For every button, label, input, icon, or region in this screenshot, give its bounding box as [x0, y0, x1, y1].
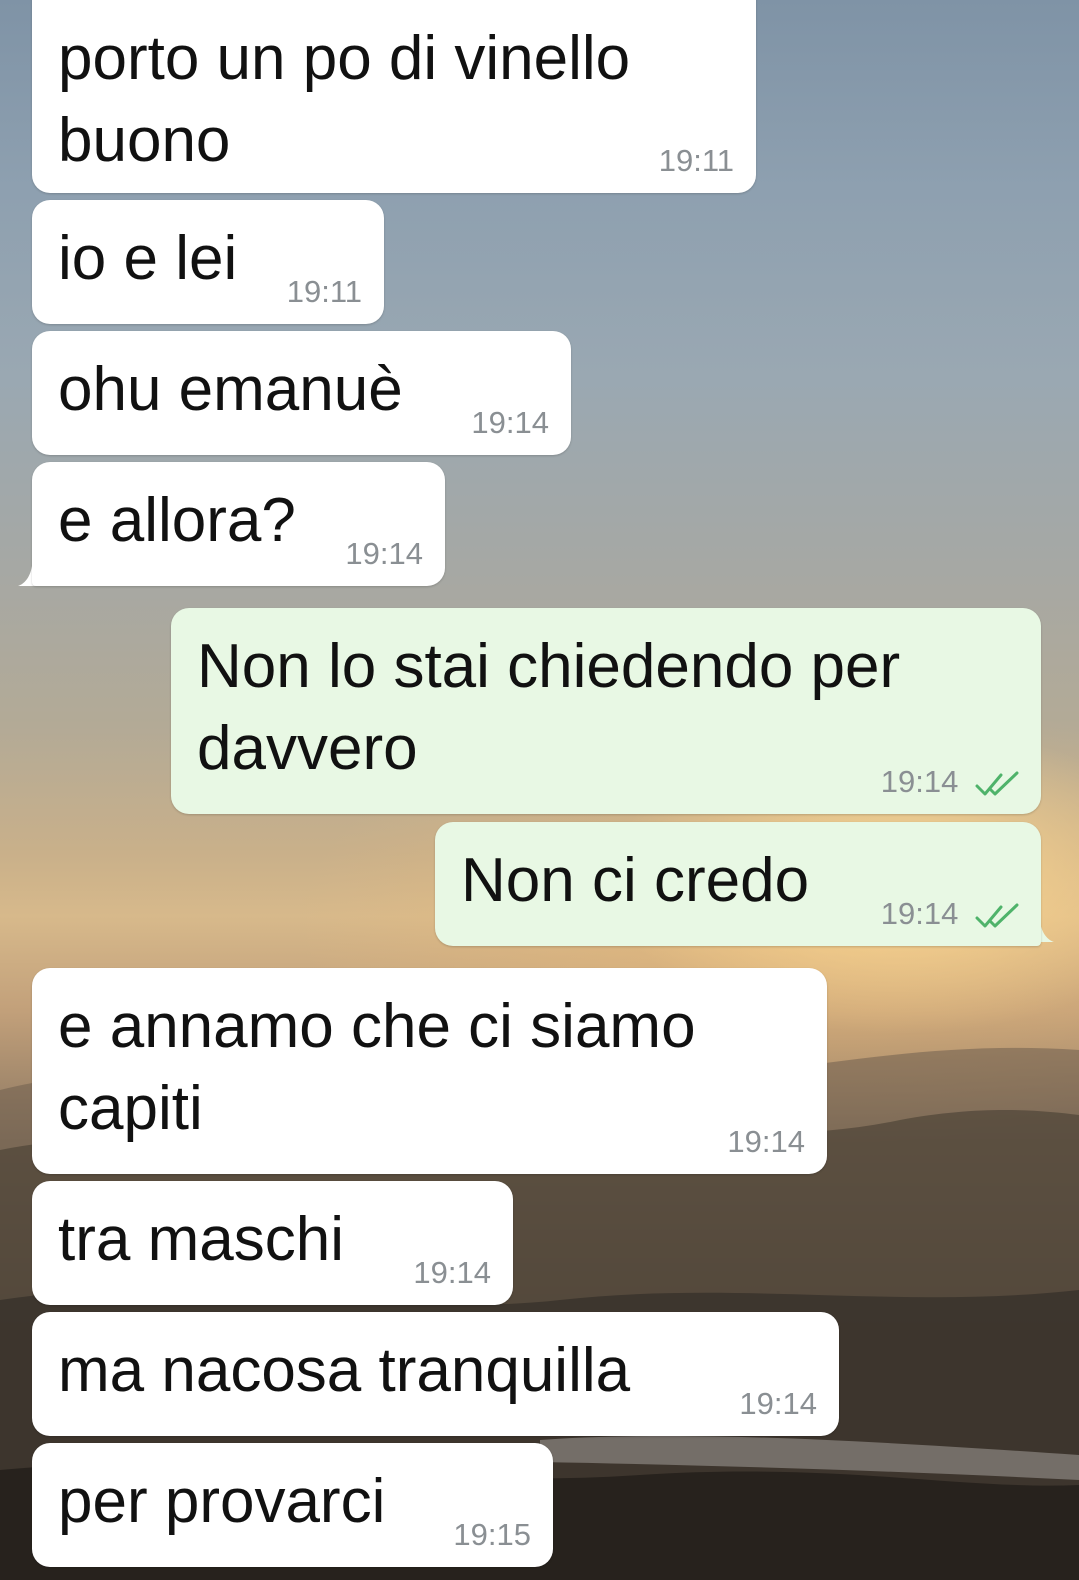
double-check-icon — [975, 771, 1019, 796]
message-text: e annamo che ci siamo capiti — [58, 992, 696, 1143]
message-text: e allora? — [58, 486, 296, 555]
incoming-message-bubble[interactable]: io e lei 19:11 — [32, 200, 384, 324]
message-text: io e lei — [58, 224, 238, 293]
outgoing-message-bubble[interactable]: Non lo stai chiedendo per davvero 19:14 — [171, 608, 1041, 814]
message-text: ohu emanuè — [58, 355, 403, 424]
message-text: per provarci — [58, 1467, 386, 1536]
message-text: tra maschi — [58, 1205, 344, 1274]
message-list[interactable]: porto un po di vinello buono 19:11 io e … — [0, 0, 1079, 1580]
message-meta: 19:14 — [881, 764, 1021, 800]
message-text: ma nacosa tranquilla — [58, 1336, 631, 1405]
message-text: Non ci credo — [461, 846, 810, 915]
message-timestamp: 19:11 — [658, 143, 734, 178]
incoming-message-bubble[interactable]: ohu emanuè 19:14 — [32, 331, 571, 455]
message-text: Non lo stai chiedendo per davvero — [197, 632, 901, 783]
message-timestamp: 19:14 — [471, 405, 549, 440]
message-text: porto un po di vinello buono — [58, 24, 631, 175]
message-timestamp: 19:15 — [453, 1517, 531, 1552]
message-timestamp: 19:11 — [286, 274, 362, 309]
incoming-message-bubble[interactable]: e annamo che ci siamo capiti 19:14 — [32, 968, 827, 1174]
message-timestamp: 19:14 — [727, 1124, 805, 1159]
double-check-icon — [975, 903, 1019, 928]
incoming-message-bubble[interactable]: e allora? 19:14 — [32, 462, 445, 586]
message-timestamp: 19:14 — [880, 764, 959, 799]
incoming-message-bubble[interactable]: porto un po di vinello buono 19:11 — [32, 0, 756, 193]
message-timestamp: 19:14 — [880, 896, 959, 931]
message-timestamp: 19:14 — [345, 536, 423, 571]
incoming-message-bubble[interactable]: ma nacosa tranquilla 19:14 — [32, 1312, 839, 1436]
message-timestamp: 19:14 — [413, 1255, 491, 1290]
incoming-message-bubble[interactable]: per provarci 19:15 — [32, 1443, 553, 1567]
message-timestamp: 19:14 — [739, 1386, 817, 1421]
incoming-message-bubble[interactable]: tra maschi 19:14 — [32, 1181, 513, 1305]
outgoing-message-bubble[interactable]: Non ci credo 19:14 — [435, 822, 1041, 946]
message-meta: 19:14 — [881, 896, 1021, 932]
